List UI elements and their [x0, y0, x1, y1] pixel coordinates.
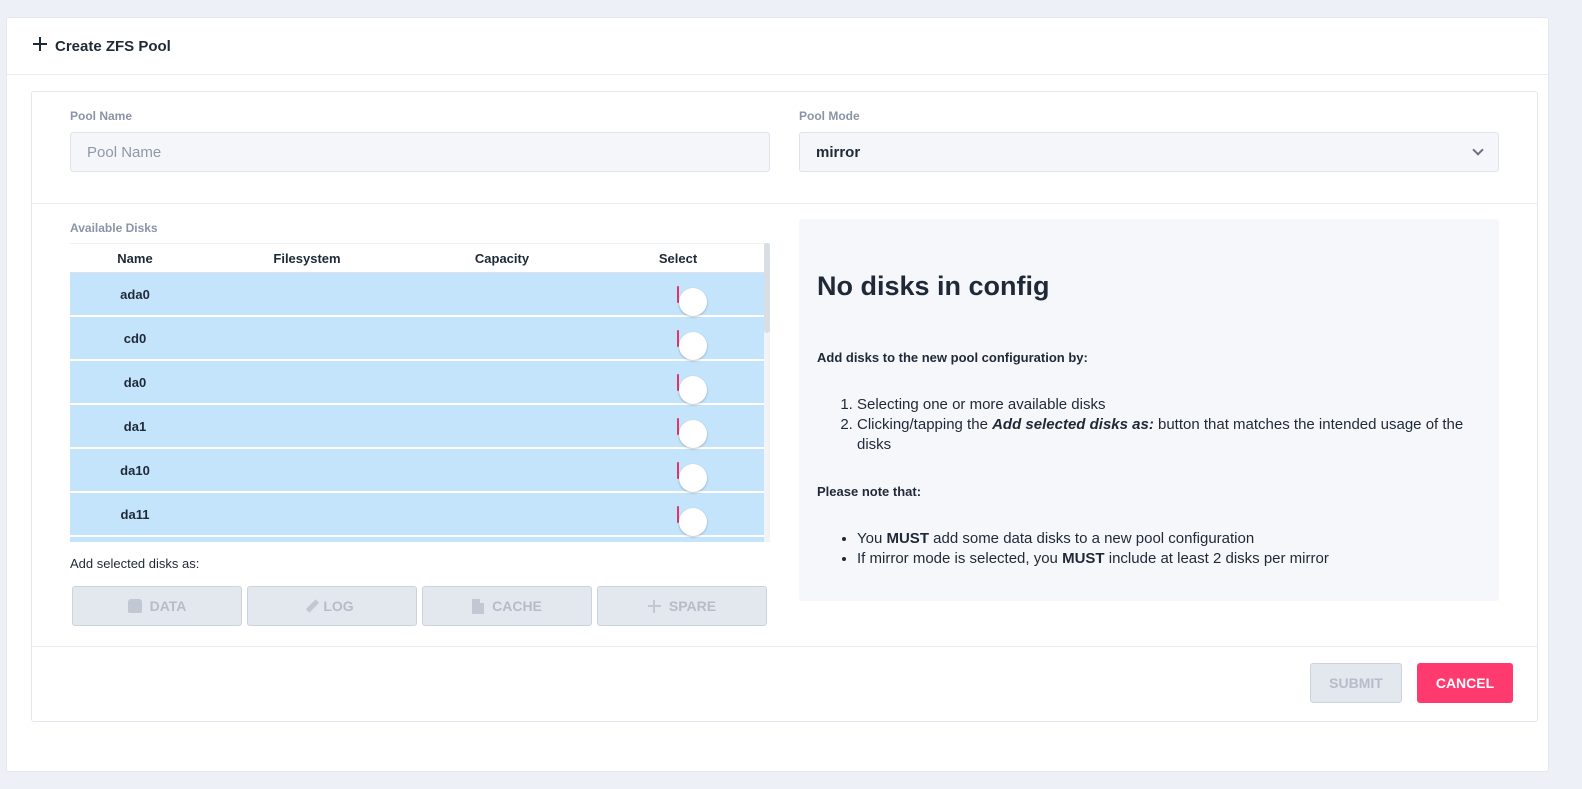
instructions-list: Selecting one or more available disks Cl…	[857, 395, 1477, 455]
table-row[interactable]: da1	[70, 405, 770, 448]
toggle-knob	[679, 331, 707, 360]
disk-name: ada0	[120, 286, 150, 302]
add-log-label: LOG	[323, 598, 354, 614]
form-footer: SUBMIT CANCEL	[32, 646, 1537, 722]
column-header-capacity: Capacity	[474, 250, 530, 266]
pool-mode-select[interactable]: mirror	[799, 132, 1499, 172]
toggle-knob	[679, 287, 707, 316]
note-item: You MUST add some data disks to a new po…	[857, 529, 1477, 549]
add-cache-label: CACHE	[492, 598, 542, 614]
select-toggle[interactable]	[677, 373, 707, 404]
add-as-buttons: DATA LOG CACHE SPARE	[72, 586, 767, 626]
add-spare-button[interactable]: SPARE	[597, 586, 767, 626]
instructions-heading: Add disks to the new pool configuration …	[817, 350, 1088, 365]
disk-name: da0	[123, 374, 147, 390]
add-data-label: DATA	[149, 598, 187, 614]
table-row[interactable]	[70, 537, 770, 542]
disk-name: da11	[120, 506, 150, 522]
available-disks-label: Available Disks	[70, 221, 158, 235]
pool-mode-label: Pool Mode	[799, 109, 860, 123]
column-header-filesystem: Filesystem	[273, 250, 341, 266]
table-scrollbar[interactable]	[764, 243, 770, 542]
table-row[interactable]: cd0	[70, 317, 770, 360]
page-title: Create ZFS Pool	[55, 37, 171, 55]
notes-list: You MUST add some data disks to a new po…	[857, 529, 1477, 569]
cancel-button[interactable]: CANCEL	[1417, 663, 1513, 703]
plus-icon	[33, 37, 47, 51]
table-row[interactable]: da10	[70, 449, 770, 492]
plus-icon	[647, 599, 661, 613]
create-pool-card: Create ZFS Pool Pool Name Pool Mode mirr…	[6, 17, 1549, 772]
pool-name-label: Pool Name	[70, 109, 133, 123]
pool-mode-value: mirror	[816, 143, 861, 161]
column-header-name: Name	[117, 250, 153, 266]
add-log-button[interactable]: LOG	[247, 586, 417, 626]
submit-button[interactable]: SUBMIT	[1310, 663, 1402, 703]
pool-name-input[interactable]	[70, 132, 770, 172]
select-toggle[interactable]	[677, 461, 707, 492]
table-row[interactable]: da0	[70, 361, 770, 404]
add-selected-label: Add selected disks as:	[70, 556, 200, 571]
scrollbar-thumb[interactable]	[764, 243, 770, 333]
pool-settings-row: Pool Name Pool Mode mirror	[32, 92, 1537, 204]
disk-name: cd0	[123, 330, 147, 346]
select-toggle[interactable]	[677, 417, 707, 448]
disk-name: da10	[120, 462, 150, 478]
disk-name: da1	[123, 418, 147, 434]
table-row[interactable]: ada0	[70, 273, 770, 316]
note-heading: Please note that:	[817, 484, 922, 499]
toggle-knob	[679, 463, 707, 492]
pencil-icon	[306, 599, 320, 613]
pool-form: Pool Name Pool Mode mirror Available Dis…	[31, 91, 1538, 722]
select-toggle[interactable]	[677, 329, 707, 360]
table-row[interactable]: da11	[70, 493, 770, 536]
config-info-panel: No disks in config Add disks to the new …	[799, 219, 1499, 601]
instruction-step: Clicking/tapping the Add selected disks …	[857, 415, 1477, 455]
file-icon	[472, 598, 485, 614]
card-header: Create ZFS Pool	[7, 18, 1548, 75]
toggle-knob	[679, 375, 707, 404]
disk-icon	[127, 599, 142, 613]
info-title: No disks in config	[817, 271, 1050, 301]
instruction-step: Selecting one or more available disks	[857, 395, 1477, 415]
chevron-down-icon	[1472, 144, 1484, 156]
disk-table[interactable]: Name Filesystem Capacity Select ada0 cd0…	[70, 243, 770, 542]
table-header: Name Filesystem Capacity Select	[70, 243, 770, 273]
select-toggle[interactable]	[677, 505, 707, 536]
add-cache-button[interactable]: CACHE	[422, 586, 592, 626]
toggle-knob	[679, 507, 707, 536]
note-item: If mirror mode is selected, you MUST inc…	[857, 549, 1477, 569]
toggle-knob	[679, 419, 707, 448]
column-header-select: Select	[658, 250, 698, 266]
add-spare-label: SPARE	[668, 598, 717, 614]
select-toggle[interactable]	[677, 285, 707, 316]
add-data-button[interactable]: DATA	[72, 586, 242, 626]
